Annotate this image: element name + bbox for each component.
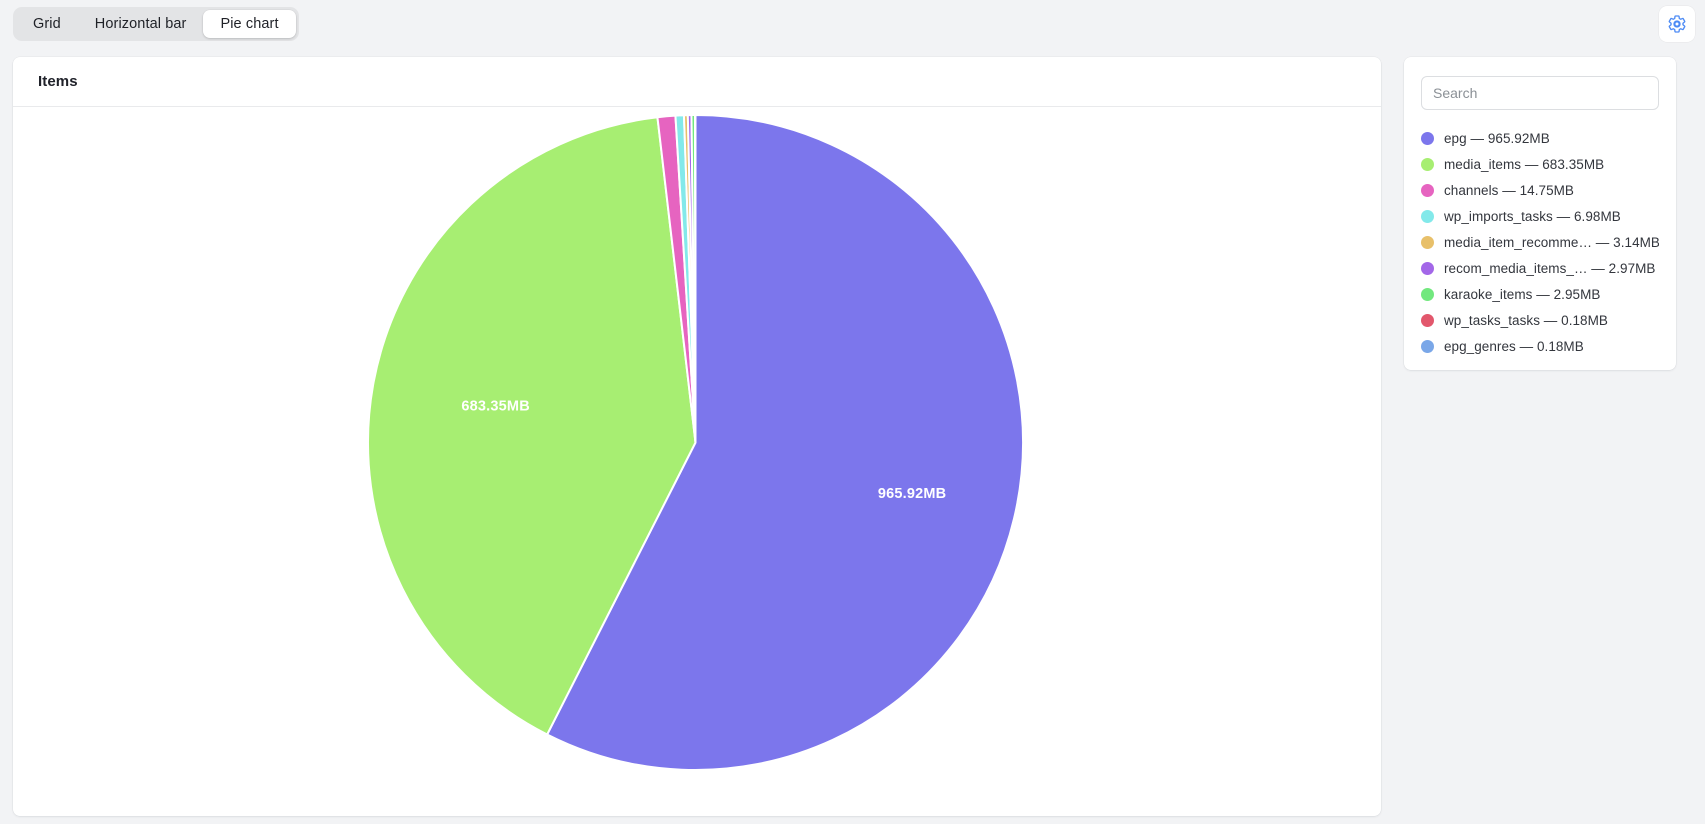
legend-item-label: wp_tasks_tasks — 0.18MB	[1444, 312, 1608, 328]
legend-item-label: epg — 965.92MB	[1444, 130, 1550, 146]
legend-color-swatch	[1421, 235, 1434, 249]
tab-horizontal-bar-label: Horizontal bar	[94, 16, 187, 32]
legend-item-label: wp_imports_tasks — 6.98MB	[1444, 208, 1621, 224]
legend-color-swatch	[1421, 209, 1434, 223]
page-title: Items	[38, 73, 78, 90]
legend-item[interactable]: recom_media_items_… — 2.97MB	[1421, 260, 1659, 276]
legend-item-label: recom_media_items_… — 2.97MB	[1444, 260, 1656, 276]
legend-item[interactable]: media_item_recomme… — 3.14MB	[1421, 234, 1659, 250]
legend-item[interactable]: media_items — 683.35MB	[1421, 156, 1659, 172]
legend-item[interactable]: wp_tasks_tasks — 0.18MB	[1421, 312, 1659, 328]
legend-color-swatch	[1421, 183, 1434, 197]
legend-item[interactable]: channels — 14.75MB	[1421, 182, 1659, 198]
legend-color-swatch	[1421, 261, 1434, 275]
legend-item-label: channels — 14.75MB	[1444, 182, 1574, 198]
legend-item-label: karaoke_items — 2.95MB	[1444, 286, 1601, 302]
toolbar: Grid Horizontal bar Pie chart	[0, 0, 1705, 50]
pie-chart-svg[interactable]: 965.92MB 683.35MB	[368, 115, 1023, 770]
legend-color-swatch	[1421, 157, 1434, 171]
chart-body: 965.92MB 683.35MB	[13, 107, 1381, 816]
chart-card-header: Items	[13, 57, 1381, 107]
legend-color-swatch	[1421, 131, 1434, 145]
tab-grid-label: Grid	[33, 16, 61, 32]
chart-card: Items 965.92MB 683.35MB	[13, 57, 1381, 816]
legend-item[interactable]: epg — 965.92MB	[1421, 130, 1659, 146]
legend-item-label: media_items — 683.35MB	[1444, 156, 1605, 172]
legend-item[interactable]: karaoke_items — 2.95MB	[1421, 286, 1659, 302]
legend-color-swatch	[1421, 287, 1434, 301]
legend-list: epg — 965.92MB media_items — 683.35MB chan…	[1421, 130, 1659, 354]
tab-pie-chart[interactable]: Pie chart	[203, 10, 296, 38]
tab-pie-chart-label: Pie chart	[220, 16, 279, 32]
tab-horizontal-bar[interactable]: Horizontal bar	[78, 10, 204, 38]
pie-chart[interactable]: 965.92MB 683.35MB	[368, 115, 1023, 770]
gear-icon	[1668, 15, 1686, 33]
search-input[interactable]	[1421, 76, 1659, 110]
legend-item[interactable]: wp_imports_tasks — 6.98MB	[1421, 208, 1659, 224]
tab-grid[interactable]: Grid	[16, 10, 78, 38]
view-mode-tabs: Grid Horizontal bar Pie chart	[13, 7, 299, 41]
legend-color-swatch	[1421, 313, 1434, 327]
legend-color-swatch	[1421, 339, 1434, 353]
legend-item-label: media_item_recomme… — 3.14MB	[1444, 234, 1659, 250]
legend-panel: epg — 965.92MB media_items — 683.35MB chan…	[1404, 57, 1676, 370]
pie-slice-value-label: 965.92MB	[878, 486, 947, 502]
pie-slice-value-label: 683.35MB	[461, 399, 530, 415]
legend-item[interactable]: epg_genres — 0.18MB	[1421, 338, 1659, 354]
legend-item-label: epg_genres — 0.18MB	[1444, 338, 1584, 354]
settings-button[interactable]	[1659, 6, 1695, 42]
